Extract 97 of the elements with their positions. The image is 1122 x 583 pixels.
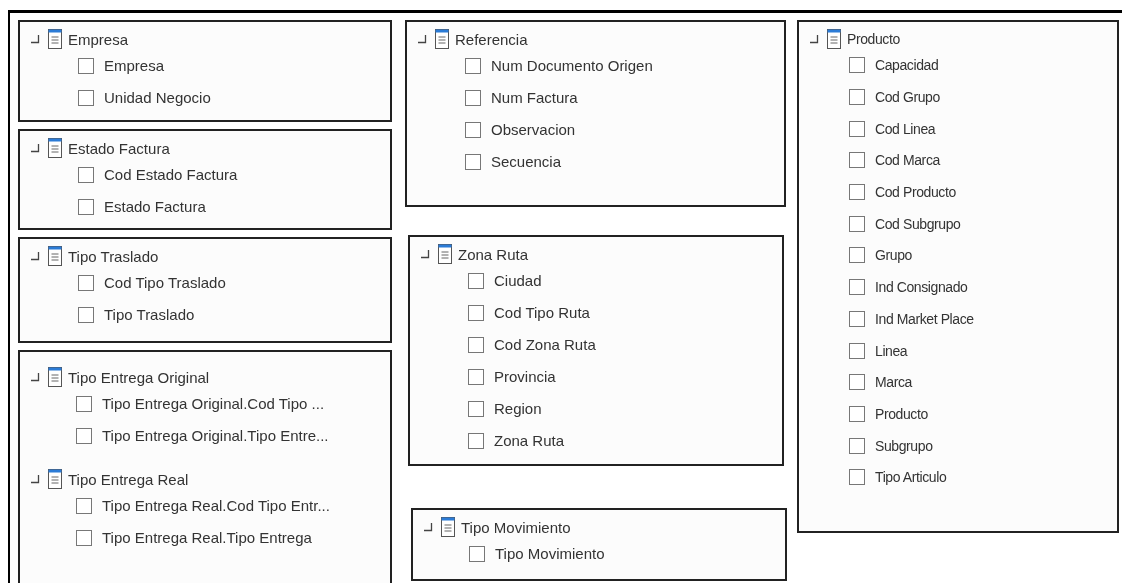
field-label: Secuencia	[491, 153, 562, 170]
table-icon	[441, 517, 455, 537]
checkbox[interactable]	[849, 279, 865, 296]
checkbox[interactable]	[78, 198, 94, 215]
table-title: Referencia	[455, 30, 528, 48]
field-label: Cod Estado Factura	[104, 166, 238, 183]
table-icon	[438, 244, 452, 264]
field-label: Cod Tipo Ruta	[494, 304, 590, 321]
table-icon	[48, 138, 62, 158]
field-label: Ciudad	[494, 272, 542, 289]
checkbox[interactable]	[849, 437, 865, 454]
table-title: Tipo Traslado	[68, 247, 159, 265]
field-label: Grupo	[875, 247, 912, 264]
checkbox[interactable]	[469, 545, 485, 562]
table-title: Tipo Entrega Original	[68, 368, 210, 386]
table-title: Tipo Movimiento	[461, 518, 571, 536]
checkbox[interactable]	[849, 405, 865, 422]
field-label: Tipo Traslado	[104, 306, 195, 323]
field-label: Linea	[875, 342, 908, 359]
checkbox[interactable]	[849, 184, 865, 201]
field-label: Tipo Entrega Original.Tipo Entre...	[102, 427, 329, 444]
checkbox[interactable]	[468, 432, 484, 449]
checkbox[interactable]	[849, 310, 865, 327]
table-title: Empresa	[68, 30, 129, 48]
field-label: Subgrupo	[875, 437, 933, 454]
checkbox[interactable]	[76, 529, 92, 546]
checkbox[interactable]	[78, 89, 94, 106]
collapse-icon[interactable]	[30, 34, 40, 44]
checkbox[interactable]	[468, 368, 484, 385]
checkbox[interactable]	[849, 247, 865, 264]
checkbox[interactable]	[76, 395, 92, 412]
checkbox[interactable]	[468, 304, 484, 321]
field-label: Tipo Entrega Original.Cod Tipo ...	[102, 395, 325, 412]
field-label: Capacidad	[875, 57, 939, 74]
collapse-icon[interactable]	[809, 34, 819, 44]
field-label: Tipo Entrega Real.Cod Tipo Entr...	[102, 497, 330, 514]
field-label: Num Factura	[491, 89, 578, 106]
table-icon	[435, 29, 449, 49]
table-icon	[48, 469, 62, 489]
checkbox[interactable]	[465, 89, 481, 106]
table-icon	[48, 367, 62, 387]
field-label: Region	[494, 400, 542, 417]
collapse-icon[interactable]	[420, 249, 430, 259]
checkbox[interactable]	[849, 120, 865, 137]
field-label: Cod Producto	[875, 184, 956, 201]
checkbox[interactable]	[465, 121, 481, 138]
field-label: Marca	[875, 374, 912, 391]
checkbox[interactable]	[78, 274, 94, 291]
table-icon	[827, 29, 841, 49]
checkbox[interactable]	[849, 57, 865, 74]
field-label: Ind Consignado	[875, 279, 968, 296]
field-label: Tipo Movimiento	[495, 545, 605, 562]
table-title: Producto	[847, 31, 900, 47]
checkbox[interactable]	[465, 57, 481, 74]
field-label: Observacion	[491, 121, 576, 138]
checkbox[interactable]	[76, 427, 92, 444]
field-label: Estado Factura	[104, 198, 206, 215]
field-label: Cod Subgrupo	[875, 215, 961, 232]
field-label: Ind Market Place	[875, 310, 974, 327]
checkbox[interactable]	[76, 497, 92, 514]
field-label: Cod Zona Ruta	[494, 336, 596, 353]
field-label: Cod Marca	[875, 152, 940, 169]
field-label: Num Documento Origen	[491, 57, 653, 74]
field-label: Tipo Entrega Real.Tipo Entrega	[102, 529, 312, 546]
field-label: Cod Grupo	[875, 89, 940, 106]
collapse-icon[interactable]	[417, 34, 427, 44]
collapse-icon[interactable]	[30, 474, 40, 484]
collapse-icon[interactable]	[423, 522, 433, 532]
table-title: Tipo Entrega Real	[68, 470, 189, 488]
checkbox[interactable]	[849, 215, 865, 232]
checkbox[interactable]	[78, 166, 94, 183]
checkbox[interactable]	[849, 152, 865, 169]
checkbox[interactable]	[849, 89, 865, 106]
table-icon	[48, 246, 62, 266]
checkbox[interactable]	[78, 57, 94, 74]
checkbox[interactable]	[468, 336, 484, 353]
checkbox[interactable]	[849, 342, 865, 359]
checkbox[interactable]	[78, 306, 94, 323]
field-label: Empresa	[104, 57, 165, 74]
collapse-icon[interactable]	[30, 143, 40, 153]
field-label: Producto	[875, 405, 928, 422]
table-icon	[48, 29, 62, 49]
field-label: Provincia	[494, 368, 556, 385]
collapse-icon[interactable]	[30, 251, 40, 261]
checkbox[interactable]	[465, 153, 481, 170]
field-label: Cod Linea	[875, 120, 936, 137]
field-label: Cod Tipo Traslado	[104, 274, 226, 291]
checkbox[interactable]	[849, 469, 865, 486]
field-label: Zona Ruta	[494, 432, 565, 449]
checkbox[interactable]	[468, 272, 484, 289]
field-label: Tipo Articulo	[875, 469, 947, 486]
checkbox[interactable]	[468, 400, 484, 417]
table-title: Estado Factura	[68, 139, 170, 157]
checkbox[interactable]	[849, 374, 865, 391]
table-title: Zona Ruta	[458, 245, 529, 263]
field-label: Unidad Negocio	[104, 89, 211, 106]
collapse-icon[interactable]	[30, 372, 40, 382]
